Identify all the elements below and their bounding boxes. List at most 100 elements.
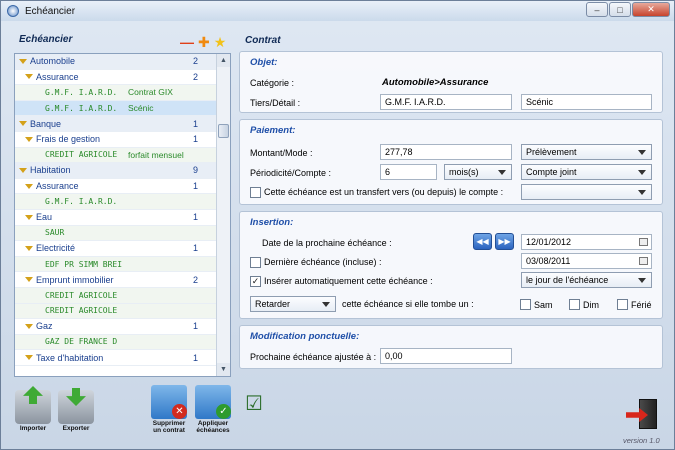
add-icon[interactable]: ✚	[198, 35, 210, 49]
expand-triangle-icon[interactable]	[19, 167, 27, 173]
montant-input[interactable]: 277,78	[380, 144, 512, 160]
expand-triangle-icon[interactable]	[25, 277, 33, 283]
tree-title: Echéancier	[19, 34, 73, 45]
tree-row-text: G.M.F. I.A.R.D.	[45, 103, 118, 113]
tree-row[interactable]: Automobile 2	[15, 54, 217, 70]
tree-row[interactable]: GAZ DE FRANCE D	[15, 334, 217, 351]
title-bar: Echéancier – □ ✕	[1, 1, 674, 21]
ferie-checkbox[interactable]	[617, 299, 628, 310]
prochaine-date-field[interactable]: 12/01/2012	[521, 234, 652, 250]
schedule-tree[interactable]: Automobile 2 Assurance 2 G.M.F. I.A.R.D. Cont…	[14, 53, 231, 377]
remove-icon[interactable]: —	[180, 35, 194, 49]
close-button[interactable]: ✕	[632, 2, 670, 17]
export-button[interactable]: Exporter	[58, 388, 94, 432]
compte-select[interactable]: Compte joint	[521, 164, 652, 180]
transfert-select[interactable]	[521, 184, 652, 200]
tree-row[interactable]: Habitation 9	[15, 163, 217, 179]
transfert-checkbox[interactable]	[250, 187, 261, 198]
tree-row[interactable]: SAUR	[15, 225, 217, 242]
prochaine-label: Date de la prochaine échéance :	[262, 238, 392, 248]
tree-row[interactable]: Electricité 1	[15, 241, 217, 257]
star-icon[interactable]: ★	[214, 35, 227, 49]
calendar-icon[interactable]	[639, 257, 648, 265]
auto-insert-select[interactable]: le jour de l'échéance	[521, 272, 652, 288]
derniere-label: Dernière échéance (incluse) :	[264, 257, 382, 267]
exit-icon[interactable]	[626, 399, 658, 429]
expand-triangle-icon[interactable]	[25, 323, 33, 329]
modification-title: Modification ponctuelle:	[250, 331, 360, 342]
tree-row[interactable]: G.M.F. I.A.R.D. Contrat GIX	[15, 85, 217, 101]
previous-date-icon[interactable]: ◀◀	[473, 233, 492, 250]
minimize-button[interactable]: –	[586, 2, 608, 17]
tree-row-count: 2	[193, 274, 199, 285]
tree-row-count: 1	[193, 352, 199, 363]
apply-schedules-button[interactable]: ✓ Appliquer échéances	[195, 385, 231, 434]
tree-row-label: GAZ DE FRANCE D	[45, 337, 117, 346]
tree-row[interactable]: CREDIT AGRICOLE forfait mensuel	[15, 147, 217, 164]
tree-row-count: 2	[193, 71, 199, 82]
ferie-label: Férié	[631, 300, 652, 310]
ajustee-input[interactable]: 0,00	[380, 348, 512, 364]
maximize-button[interactable]: □	[609, 2, 631, 17]
tree-row[interactable]: Emprunt immobilier 2	[15, 272, 217, 288]
expand-triangle-icon[interactable]	[25, 183, 33, 189]
tree-row-text: Automobile	[30, 56, 76, 67]
expand-triangle-icon[interactable]	[19, 58, 27, 64]
tree-row-text: EDF PR SIMM BREI	[45, 259, 123, 269]
tree-row[interactable]: Gaz 1	[15, 319, 217, 335]
tree-row-text: SAUR	[45, 228, 65, 238]
tree-scrollbar[interactable]: ▲ ▼	[216, 54, 230, 376]
tree-row-label: Habitation	[19, 165, 71, 175]
mode-select[interactable]: Prélèvement	[521, 144, 652, 160]
tree-row[interactable]: Eau 1	[15, 209, 217, 226]
tree-row-label: SAUR	[45, 228, 64, 237]
unite-select[interactable]: mois(s)	[444, 164, 512, 180]
expand-triangle-icon[interactable]	[25, 355, 33, 361]
expand-triangle-icon[interactable]	[25, 245, 33, 251]
tree-row-text: Frais de gestion	[36, 134, 101, 145]
window-controls: – □ ✕	[586, 2, 670, 17]
tree-row-count: 2	[193, 56, 199, 67]
tree-row[interactable]: Banque 1	[15, 116, 217, 132]
export-label: Exporter	[62, 425, 90, 432]
tree-row[interactable]: G.M.F. I.A.R.D. Scénic	[15, 100, 217, 117]
detail-input[interactable]: Scénic	[521, 94, 652, 110]
delete-contract-button[interactable]: ✕ Supprimer un contrat	[151, 385, 187, 434]
tree-row[interactable]: G.M.F. I.A.R.D.	[15, 194, 217, 210]
dim-label: Dim	[583, 300, 599, 310]
sam-checkbox[interactable]	[520, 299, 531, 310]
scroll-up-icon[interactable]: ▲	[217, 54, 230, 67]
calendar-icon[interactable]	[639, 238, 648, 246]
expand-triangle-icon[interactable]	[25, 214, 33, 220]
tree-row[interactable]: EDF PR SIMM BREI	[15, 256, 217, 273]
tree-row-count: 1	[193, 181, 199, 192]
tree-row-label: Assurance	[25, 181, 79, 191]
tree-row[interactable]: CREDIT AGRICOLE	[15, 303, 217, 320]
tiers-input[interactable]: G.M.F. I.A.R.D.	[380, 94, 512, 110]
import-button[interactable]: Importer	[15, 386, 51, 432]
auto-insert-checkbox[interactable]: ✓	[250, 276, 261, 287]
derniere-checkbox[interactable]	[250, 257, 261, 268]
retarder-select[interactable]: Retarder	[250, 296, 336, 312]
modification-group: Modification ponctuelle: Prochaine échéa…	[239, 325, 663, 369]
scroll-down-icon[interactable]: ▼	[217, 363, 230, 376]
tree-row[interactable]: CREDIT AGRICOLE	[15, 287, 217, 304]
tree-row[interactable]: Assurance 1	[15, 178, 217, 195]
tree-row[interactable]: Assurance 2	[15, 69, 217, 86]
tree-row[interactable]: Frais de gestion 1	[15, 131, 217, 148]
tree-row[interactable]: Taxe d'habitation 1	[15, 350, 217, 366]
insertion-title: Insertion:	[250, 217, 294, 228]
tree-row-text: Banque	[30, 118, 62, 129]
tree-row-label: Banque	[19, 119, 61, 129]
auto-insert-label: Insérer automatiquement cette échéance :	[264, 276, 433, 286]
tree-row-text: Eau	[36, 212, 53, 223]
dim-checkbox[interactable]	[569, 299, 580, 310]
expand-triangle-icon[interactable]	[19, 121, 27, 127]
scroll-thumb[interactable]	[218, 124, 229, 138]
periodicite-input[interactable]: 6	[380, 164, 437, 180]
derniere-date-field[interactable]: 03/08/2011	[521, 253, 652, 269]
expand-triangle-icon[interactable]	[25, 136, 33, 142]
expand-triangle-icon[interactable]	[25, 74, 33, 80]
insertion-group: Insertion: Date de la prochaine échéance…	[239, 211, 663, 319]
next-date-icon[interactable]: ▶▶	[495, 233, 514, 250]
